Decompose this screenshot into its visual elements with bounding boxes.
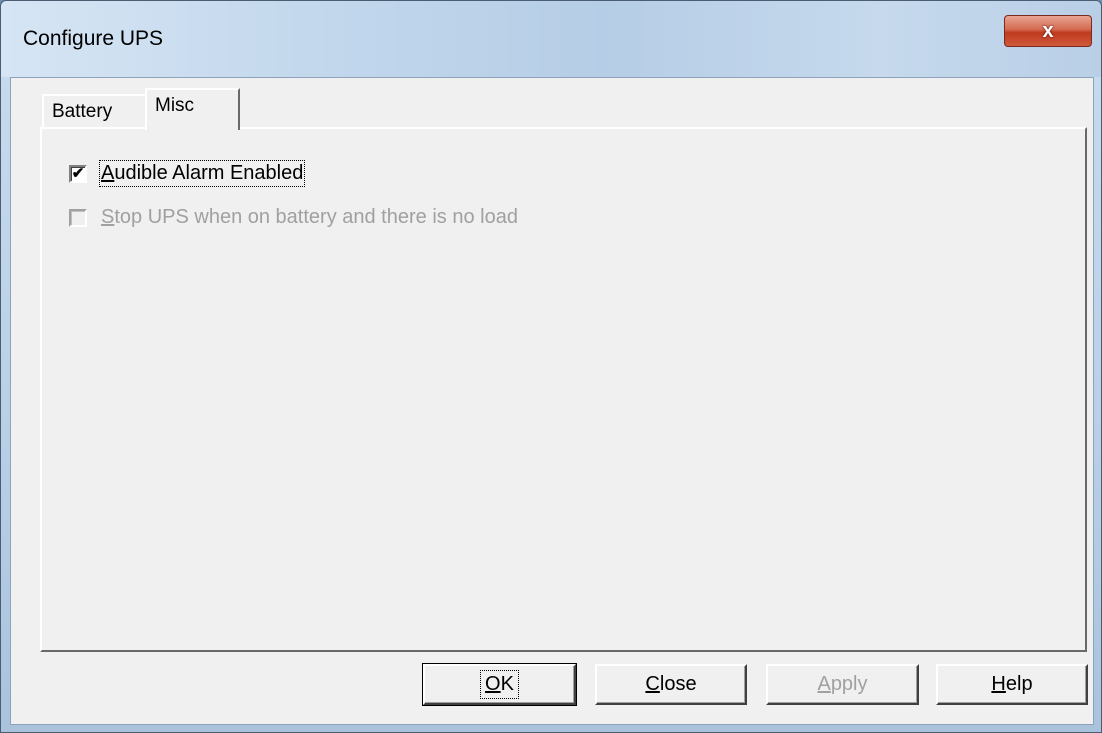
ok-button-label: OK <box>480 670 519 699</box>
stop-ups-checkbox[interactable] <box>69 208 87 227</box>
help-button-label: Help <box>991 673 1032 696</box>
window-close-button[interactable]: x <box>1004 15 1092 47</box>
stop-ups-text: top UPS when on battery and there is no … <box>114 206 518 228</box>
dialog-client-area: Battery Misc ✔ Audible Alarm Enabled Sto… <box>10 77 1094 725</box>
tab-misc-label: Misc <box>155 95 195 116</box>
audible-alarm-mnemonic: A <box>101 162 115 184</box>
apply-button-label: Apply <box>817 673 867 696</box>
stop-ups-option[interactable]: Stop UPS when on battery and there is no… <box>69 206 518 229</box>
help-mnemonic: H <box>991 673 1006 695</box>
apply-button[interactable]: Apply <box>766 664 919 705</box>
apply-mnemonic: A <box>817 673 831 695</box>
ok-text: K <box>500 673 514 695</box>
close-mnemonic: C <box>645 673 660 695</box>
audible-alarm-text: udible Alarm Enabled <box>114 162 304 184</box>
ok-button[interactable]: OK <box>422 663 577 706</box>
audible-alarm-option[interactable]: ✔ Audible Alarm Enabled <box>69 160 306 187</box>
tab-battery[interactable]: Battery <box>42 94 147 128</box>
audible-alarm-label: Audible Alarm Enabled <box>98 160 306 187</box>
check-mark-icon: ✔ <box>71 165 85 182</box>
close-button-label: Close <box>645 673 696 696</box>
ok-mnemonic: O <box>485 673 501 695</box>
stop-ups-label: Stop UPS when on battery and there is no… <box>101 206 518 229</box>
tab-battery-label: Battery <box>52 101 113 122</box>
apply-text: pply <box>830 673 868 695</box>
close-text: lose <box>659 673 697 695</box>
window-title: Configure UPS <box>23 27 164 50</box>
tab-misc[interactable]: Misc <box>145 88 240 130</box>
close-button[interactable]: Close <box>595 664 747 705</box>
stop-ups-mnemonic: S <box>101 206 115 228</box>
close-icon: x <box>1042 19 1054 42</box>
title-bar[interactable]: Configure UPS x <box>1 1 1101 77</box>
help-button[interactable]: Help <box>936 664 1088 705</box>
audible-alarm-checkbox[interactable]: ✔ <box>69 164 87 183</box>
configure-ups-dialog: Configure UPS x Battery Misc ✔ Audible A… <box>0 0 1102 733</box>
help-text: elp <box>1005 673 1033 695</box>
